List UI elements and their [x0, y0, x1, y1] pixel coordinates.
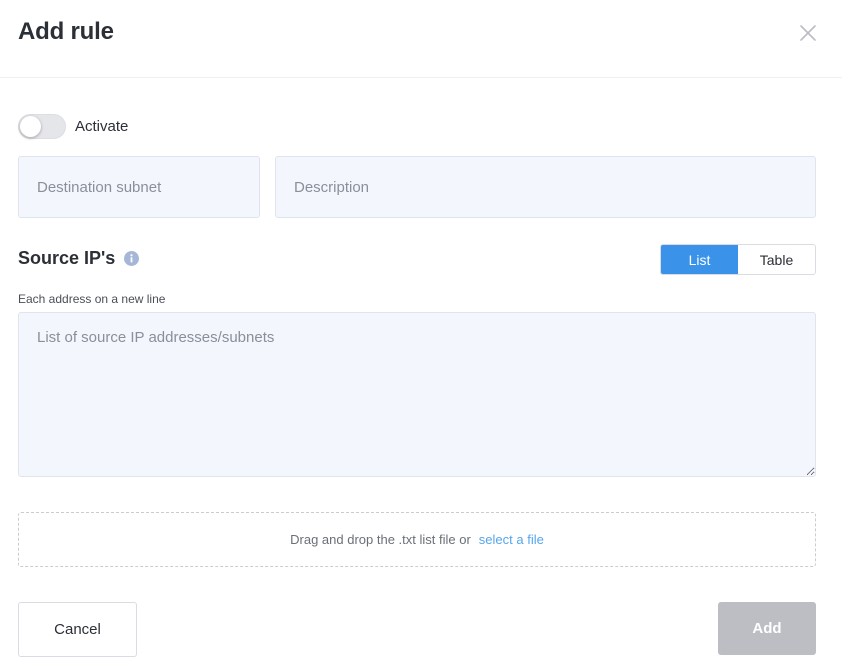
view-option-list[interactable]: List: [661, 245, 738, 274]
source-ips-hint: Each address on a new line: [18, 292, 166, 306]
dialog-header: Add rule: [0, 0, 842, 78]
close-icon[interactable]: [796, 21, 820, 45]
dialog-title: Add rule: [18, 18, 114, 45]
file-dropzone[interactable]: Drag and drop the .txt list file or sele…: [18, 512, 816, 567]
view-switch: List Table: [660, 244, 816, 275]
dropzone-text: Drag and drop the .txt list file or: [290, 532, 471, 547]
destination-subnet-input[interactable]: [18, 156, 260, 218]
source-ips-textarea[interactable]: [18, 312, 816, 477]
add-rule-dialog: Add rule Activate Source IP's List Table: [0, 0, 842, 669]
toggle-knob: [20, 115, 41, 137]
info-icon[interactable]: [124, 251, 140, 266]
source-ips-heading: Source IP's: [18, 248, 140, 269]
activate-toggle[interactable]: [18, 113, 66, 139]
cancel-button[interactable]: Cancel: [18, 602, 137, 657]
description-input[interactable]: [275, 156, 816, 218]
view-option-table[interactable]: Table: [738, 245, 815, 274]
activate-row: Activate: [18, 113, 128, 139]
add-button[interactable]: Add: [718, 602, 816, 655]
source-ips-title: Source IP's: [18, 248, 116, 268]
activate-label: Activate: [75, 117, 129, 135]
select-file-link[interactable]: select a file: [479, 532, 544, 547]
